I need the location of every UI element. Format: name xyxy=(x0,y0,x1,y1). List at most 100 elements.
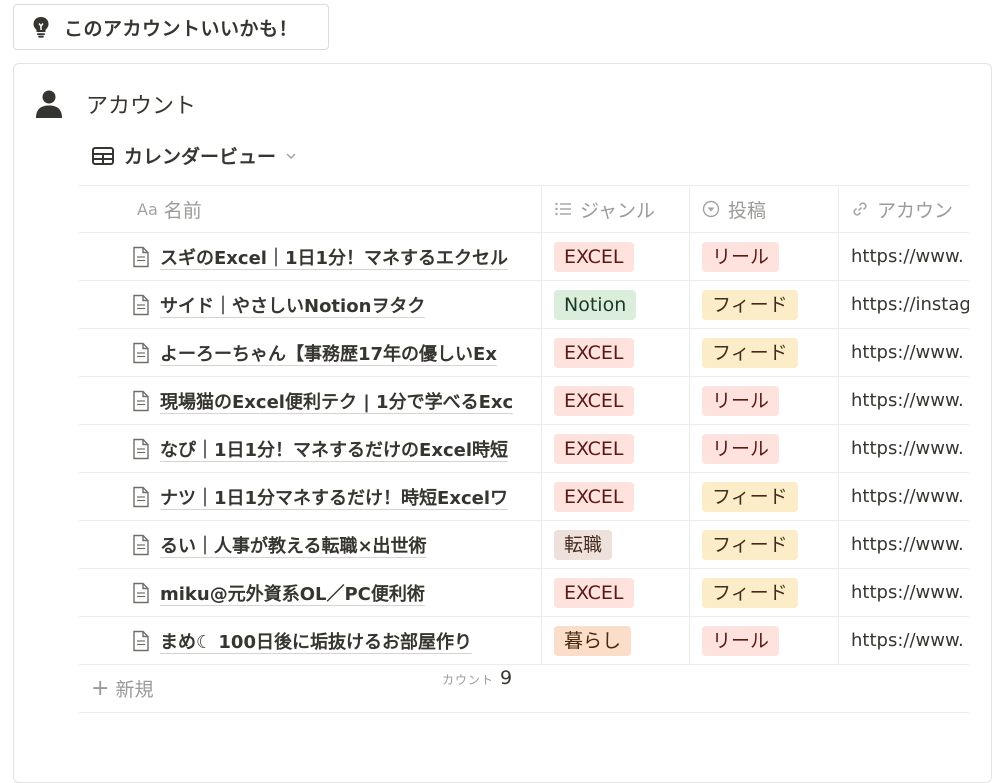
select-icon xyxy=(702,200,720,218)
table-row[interactable]: るい｜人事が教える転職×出世術 転職 フィード https://www. xyxy=(79,521,969,569)
table-row[interactable]: なぴ｜1日1分！マネするだけのExcel時短 EXCEL リール https://ww… xyxy=(79,425,969,473)
post-tag: リール xyxy=(702,433,780,464)
list-icon xyxy=(555,202,571,216)
name-cell[interactable]: 現場猫のExcel便利テク | 1分で学べるExc xyxy=(79,377,542,424)
person-icon xyxy=(36,90,62,118)
name-cell[interactable]: まめ☾ 100日後に垢抜けるお部屋作り xyxy=(79,617,542,664)
genre-tag: EXCEL xyxy=(554,481,634,512)
genre-cell[interactable]: 暮らし xyxy=(542,617,690,664)
account-cell[interactable]: https://instag xyxy=(839,281,969,328)
account-link[interactable]: https://www. xyxy=(851,246,964,267)
genre-cell[interactable]: EXCEL xyxy=(542,233,690,280)
column-header-post[interactable]: 投稿 xyxy=(690,186,839,232)
table-row[interactable]: スギのExcel｜1日1分！マネするエクセル EXCEL リール https://ww… xyxy=(79,233,969,281)
post-cell[interactable]: フィード xyxy=(690,473,839,520)
count-footer[interactable]: カウント 9 xyxy=(442,667,512,689)
account-cell[interactable]: https://www. xyxy=(839,377,969,424)
name-cell[interactable]: miku@元外資系OL／PC便利術 xyxy=(79,569,542,616)
row-title[interactable]: まめ☾ 100日後に垢抜けるお部屋作り xyxy=(160,628,472,654)
new-label: 新規 xyxy=(115,679,154,701)
account-link[interactable]: https://www. xyxy=(851,342,964,363)
new-row-button[interactable]: + 新規 xyxy=(79,665,969,713)
post-tag: リール xyxy=(702,241,780,272)
post-cell[interactable]: リール xyxy=(690,425,839,472)
lightbulb-icon xyxy=(33,17,49,38)
post-cell[interactable]: リール xyxy=(690,233,839,280)
account-link[interactable]: https://www. xyxy=(851,486,964,507)
name-cell[interactable]: よーろーちゃん【事務歴17年の優しいEx xyxy=(79,329,542,376)
genre-cell[interactable]: 転職 xyxy=(542,521,690,568)
genre-cell[interactable]: Notion xyxy=(542,281,690,328)
view-label: カレンダービュー xyxy=(124,146,277,168)
account-cell[interactable]: https://www. xyxy=(839,233,969,280)
account-link[interactable]: https://www. xyxy=(851,582,964,603)
callout-label: このアカウントいいかも！ xyxy=(64,17,299,40)
post-cell[interactable]: フィード xyxy=(690,569,839,616)
row-title[interactable]: なぴ｜1日1分！マネするだけのExcel時短 xyxy=(160,436,508,462)
name-cell[interactable]: ナツ｜1日1分マネするだけ！時短Excelワ xyxy=(79,473,542,520)
name-cell[interactable]: なぴ｜1日1分！マネするだけのExcel時短 xyxy=(79,425,542,472)
row-title[interactable]: ナツ｜1日1分マネするだけ！時短Excelワ xyxy=(160,484,508,510)
page-icon xyxy=(133,438,149,459)
post-cell[interactable]: フィード xyxy=(690,329,839,376)
genre-tag: EXCEL xyxy=(554,241,634,272)
table-row[interactable]: 現場猫のExcel便利テク | 1分で学べるExc EXCEL リール https:/… xyxy=(79,377,969,425)
table-header-row: Aa 名前 ジャンル 投稿 アカウン xyxy=(79,185,969,233)
name-cell[interactable]: スギのExcel｜1日1分！マネするエクセル xyxy=(79,233,542,280)
database-header: アカウント xyxy=(34,88,196,120)
post-cell[interactable]: フィード xyxy=(690,281,839,328)
post-tag: フィード xyxy=(702,481,798,512)
callout-button[interactable]: このアカウントいいかも！ xyxy=(13,4,329,50)
genre-tag: EXCEL xyxy=(554,385,634,416)
table-row[interactable]: miku@元外資系OL／PC便利術 EXCEL フィード https://www. xyxy=(79,569,969,617)
account-link[interactable]: https://instag xyxy=(851,294,969,315)
name-cell[interactable]: サイド｜やさしいNotionヲタク xyxy=(79,281,542,328)
page-icon xyxy=(133,342,149,363)
account-link[interactable]: https://www. xyxy=(851,630,964,651)
column-header-account[interactable]: アカウン xyxy=(839,186,969,232)
table-row[interactable]: よーろーちゃん【事務歴17年の優しいEx EXCEL フィード https://www… xyxy=(79,329,969,377)
table-icon xyxy=(92,146,114,165)
row-title[interactable]: スギのExcel｜1日1分！マネするエクセル xyxy=(160,244,508,270)
account-link[interactable]: https://www. xyxy=(851,534,964,555)
account-cell[interactable]: https://www. xyxy=(839,425,969,472)
genre-cell[interactable]: EXCEL xyxy=(542,329,690,376)
row-title[interactable]: よーろーちゃん【事務歴17年の優しいEx xyxy=(160,340,497,366)
column-header-genre[interactable]: ジャンル xyxy=(542,186,690,232)
row-title[interactable]: サイド｜やさしいNotionヲタク xyxy=(160,292,425,318)
genre-tag: 暮らし xyxy=(554,625,632,656)
account-cell[interactable]: https://www. xyxy=(839,473,969,520)
column-header-label: ジャンル xyxy=(580,199,656,222)
table-row[interactable]: まめ☾ 100日後に垢抜けるお部屋作り 暮らし リール https://www. xyxy=(79,617,969,665)
genre-tag: EXCEL xyxy=(554,433,634,464)
account-cell[interactable]: https://www. xyxy=(839,617,969,664)
genre-tag: 転職 xyxy=(554,529,613,560)
post-cell[interactable]: リール xyxy=(690,617,839,664)
text-property-icon: Aa xyxy=(137,199,158,219)
database-container: アカウント カレンダービュー Aa 名前 ジャンル 投稿 アカウン スギのExc… xyxy=(13,63,992,783)
post-tag: フィード xyxy=(702,529,798,560)
account-link[interactable]: https://www. xyxy=(851,438,964,459)
account-cell[interactable]: https://www. xyxy=(839,521,969,568)
view-selector[interactable]: カレンダービュー xyxy=(92,142,298,169)
row-title[interactable]: miku@元外資系OL／PC便利術 xyxy=(160,580,425,606)
genre-cell[interactable]: EXCEL xyxy=(542,425,690,472)
account-cell[interactable]: https://www. xyxy=(839,329,969,376)
genre-cell[interactable]: EXCEL xyxy=(542,569,690,616)
name-cell[interactable]: るい｜人事が教える転職×出世術 xyxy=(79,521,542,568)
genre-cell[interactable]: EXCEL xyxy=(542,473,690,520)
account-cell[interactable]: https://www. xyxy=(839,569,969,616)
post-cell[interactable]: フィード xyxy=(690,521,839,568)
genre-cell[interactable]: EXCEL xyxy=(542,377,690,424)
table-row[interactable]: ナツ｜1日1分マネするだけ！時短Excelワ EXCEL フィード https://w… xyxy=(79,473,969,521)
account-link[interactable]: https://www. xyxy=(851,390,964,411)
page-icon xyxy=(133,294,149,315)
post-cell[interactable]: リール xyxy=(690,377,839,424)
row-title[interactable]: 現場猫のExcel便利テク | 1分で学べるExc xyxy=(160,388,513,414)
post-tag: フィード xyxy=(702,577,798,608)
table-row[interactable]: サイド｜やさしいNotionヲタク Notion フィード https://insta… xyxy=(79,281,969,329)
row-title[interactable]: るい｜人事が教える転職×出世術 xyxy=(160,532,427,558)
database-title[interactable]: アカウント xyxy=(86,88,196,120)
database-table: Aa 名前 ジャンル 投稿 アカウン スギのExcel｜1日1分！マネするエクセ… xyxy=(79,185,969,713)
column-header-name[interactable]: Aa 名前 xyxy=(79,186,542,232)
